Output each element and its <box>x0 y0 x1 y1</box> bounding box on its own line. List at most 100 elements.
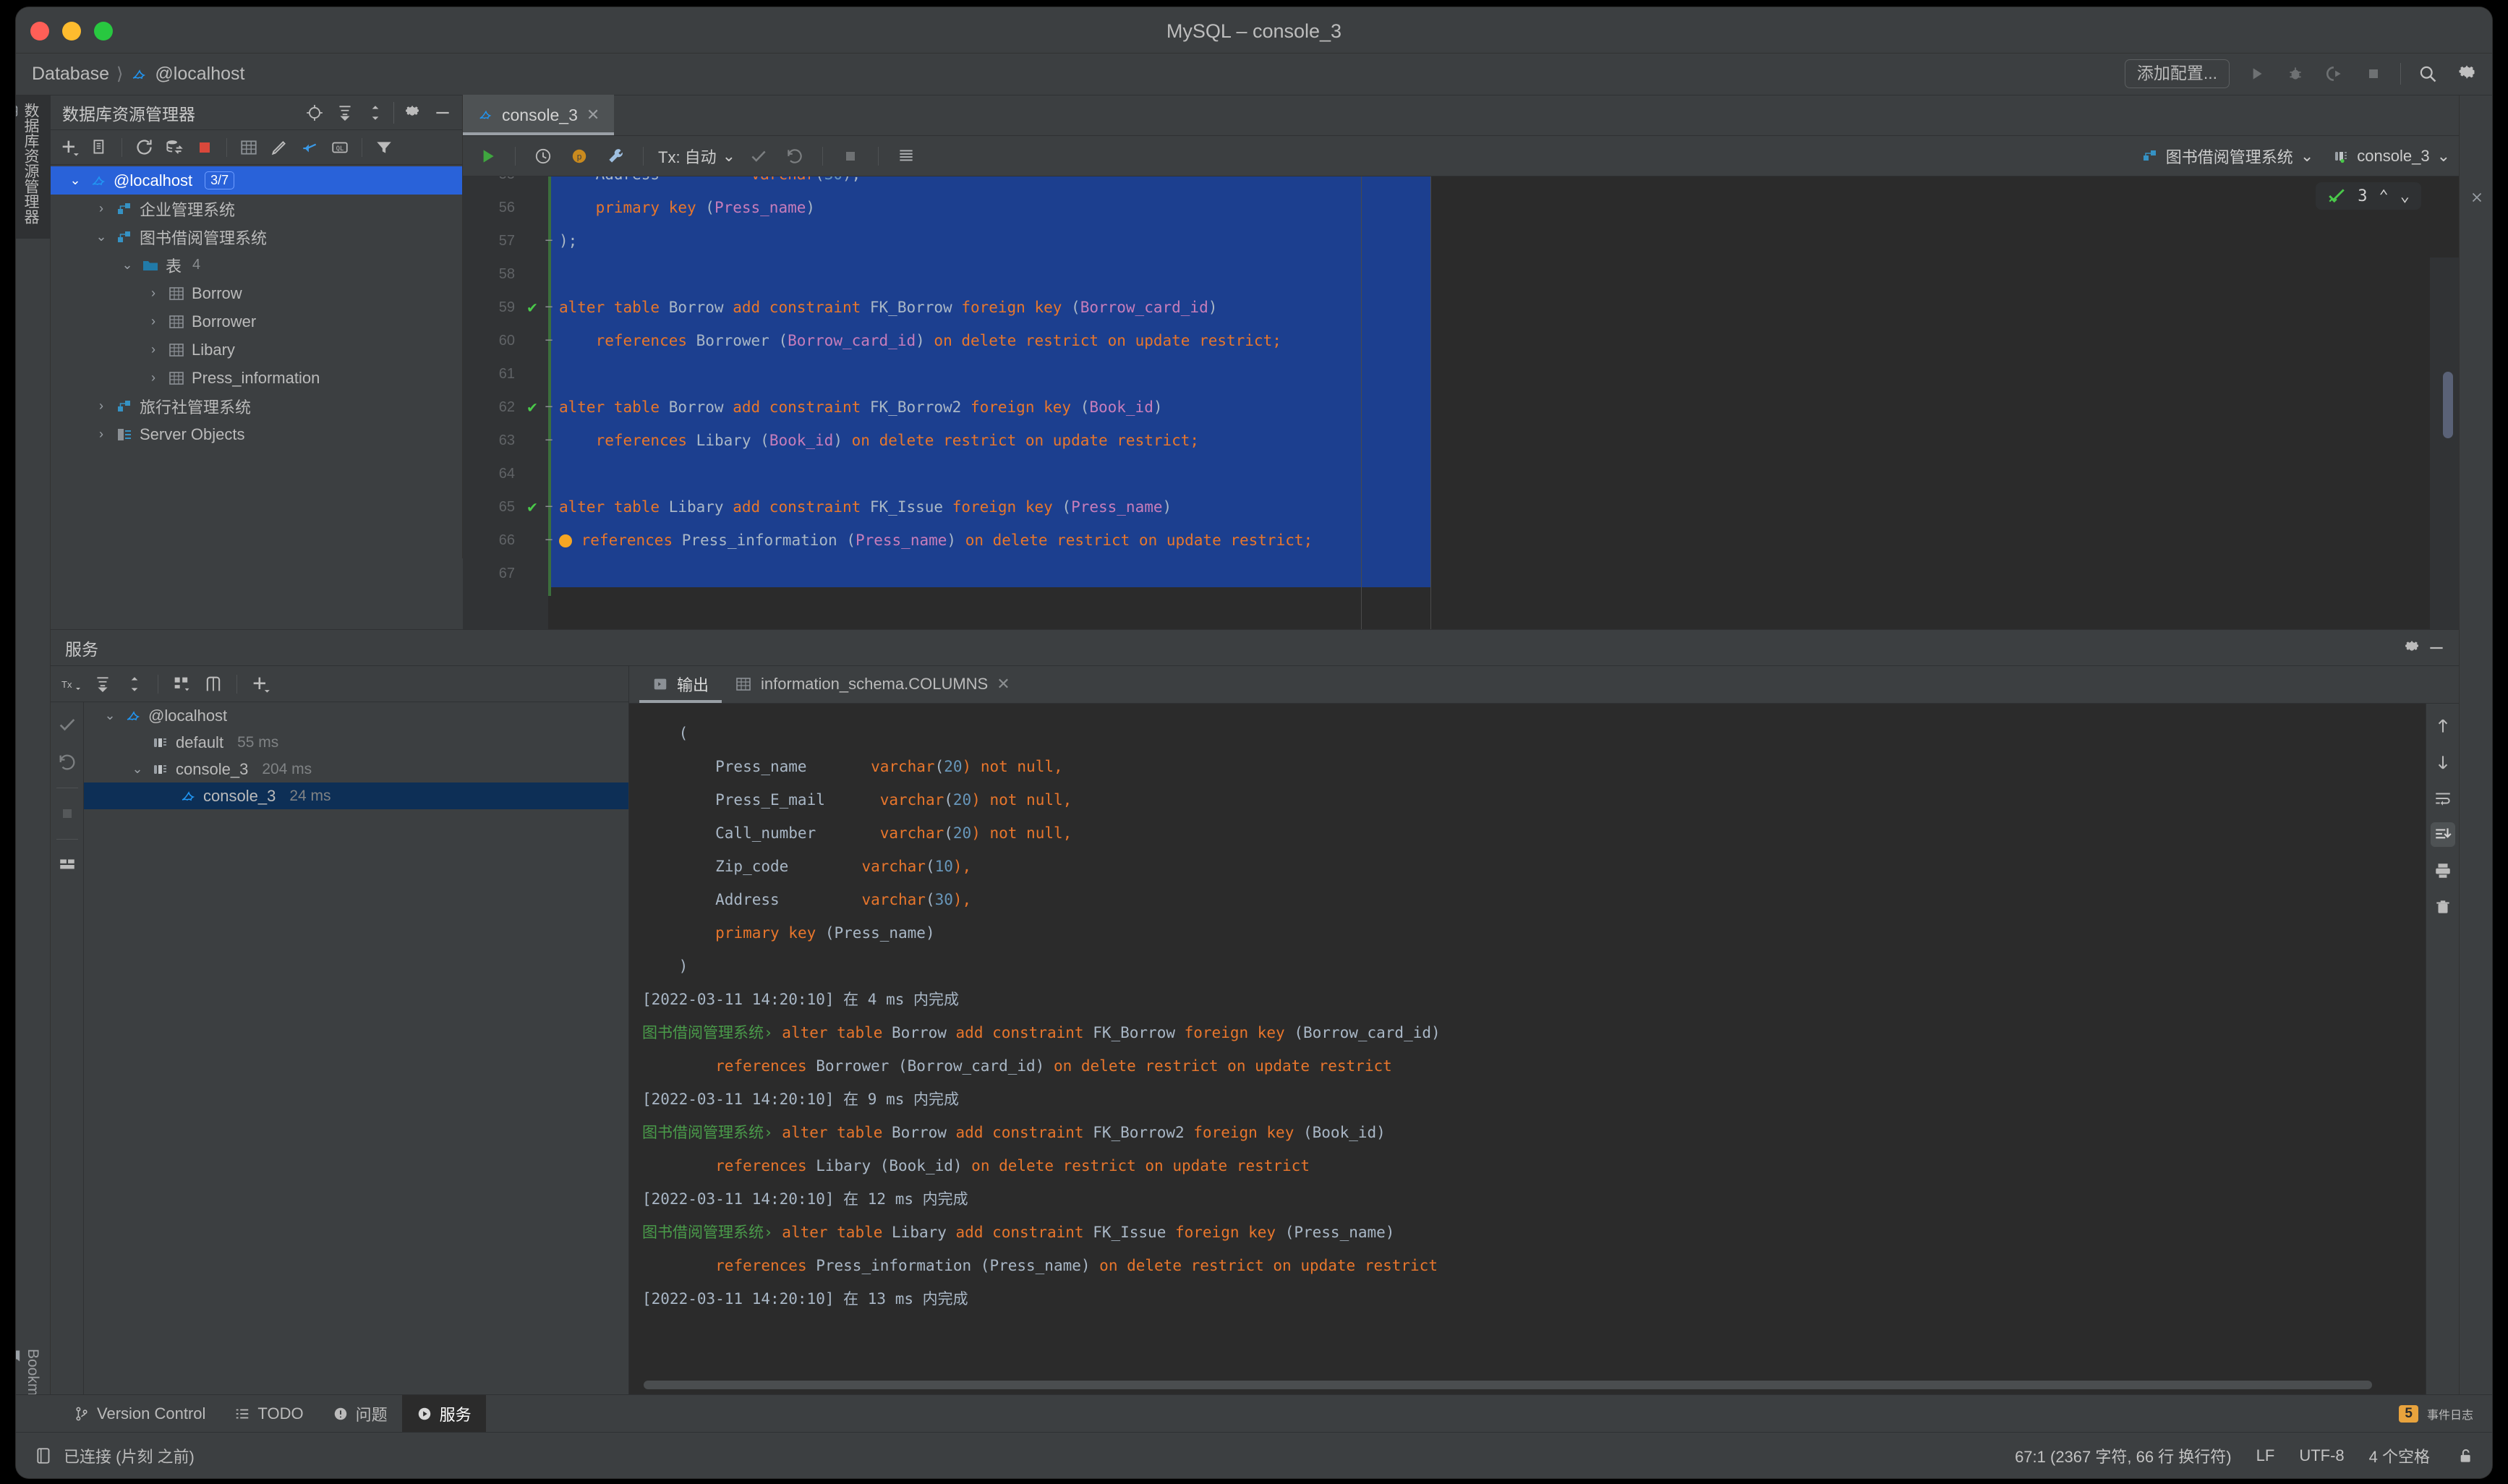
filter-icon[interactable] <box>371 135 397 161</box>
close-icon[interactable]: ✕ <box>587 106 600 124</box>
schema-selector[interactable]: 图书借阅管理系统 ⌄ <box>2141 145 2313 168</box>
scroll-down-icon[interactable] <box>2431 750 2455 775</box>
service-tree-node[interactable]: ⌄ @localhost <box>84 702 628 729</box>
expand-all-icon[interactable] <box>333 101 357 125</box>
scroll-to-end-icon[interactable] <box>2430 822 2455 847</box>
debug-icon[interactable] <box>2283 61 2308 86</box>
query-console-icon[interactable]: QL <box>327 135 353 161</box>
jump-to-icon[interactable] <box>297 135 323 161</box>
output-tab[interactable]: 输出 <box>639 665 722 703</box>
trash-icon[interactable] <box>2431 895 2455 919</box>
print-icon[interactable] <box>2431 858 2455 883</box>
stop-icon[interactable] <box>192 135 218 161</box>
code-line[interactable]: 56 primary key (Press_name) <box>463 191 2459 224</box>
tree-node[interactable]: › 企业管理系统 <box>51 195 462 223</box>
indent-setting[interactable]: 4 个空格 <box>2369 1444 2430 1467</box>
gear-icon[interactable] <box>2454 61 2479 86</box>
fold-marker[interactable]: − <box>541 524 557 557</box>
tree-node[interactable]: › Libary <box>51 336 462 364</box>
output-console[interactable]: ( Press_name varchar(20) not null, Press… <box>629 704 2426 1395</box>
chevron-down-icon[interactable]: ⌄ <box>93 229 109 244</box>
run-icon[interactable] <box>474 143 500 169</box>
chevron-down-icon[interactable]: ⌄ <box>119 257 135 273</box>
chevron-down-icon[interactable]: ⌄ <box>67 173 83 188</box>
collapse-all-icon[interactable] <box>121 671 148 697</box>
refresh-icon[interactable] <box>131 135 157 161</box>
file-encoding[interactable]: UTF-8 <box>2299 1446 2344 1465</box>
rollback-icon[interactable] <box>782 143 808 169</box>
layout-icon[interactable] <box>55 853 80 877</box>
tree-node[interactable]: › 旅行社管理系统 <box>51 392 462 420</box>
code-line[interactable]: 55 Address varchar(30), <box>463 176 2459 191</box>
caret-position[interactable]: 67:1 (2367 字符, 66 行 换行符) <box>2015 1444 2232 1467</box>
fold-marker[interactable]: − <box>541 291 557 324</box>
group-icon[interactable] <box>169 671 195 697</box>
locate-icon[interactable] <box>302 101 327 125</box>
service-tree-node[interactable]: default 55 ms <box>84 729 628 756</box>
show-icon[interactable] <box>200 671 226 697</box>
minimize-icon[interactable] <box>430 101 455 125</box>
code-line[interactable]: 60 − references Borrower (Borrow_card_id)… <box>463 324 2459 357</box>
fold-marker[interactable]: − <box>541 424 557 457</box>
tree-node[interactable]: ⌄ @localhost 3/7 <box>51 166 462 195</box>
sync-icon[interactable] <box>161 135 187 161</box>
chevron-down-icon[interactable]: ⌄ <box>129 762 145 777</box>
gear-icon[interactable] <box>2400 636 2424 660</box>
history-icon[interactable] <box>530 143 556 169</box>
code-line[interactable]: 59 ✔ − alter table Borrow add constraint FK… <box>463 291 2459 324</box>
inspections-widget[interactable]: 3 ⌃ ⌄ <box>2316 182 2421 210</box>
gutter-marker[interactable]: ✔ <box>524 391 541 425</box>
sidebar-item-notifications[interactable] <box>2460 182 2492 213</box>
output-horizontal-scrollbar[interactable] <box>644 1381 2372 1389</box>
run-with-coverage-icon[interactable] <box>2322 61 2347 86</box>
code-line[interactable]: 67 <box>463 557 2459 590</box>
tree-node[interactable]: › Press_information <box>51 364 462 392</box>
service-tree-node[interactable]: console_3 24 ms <box>84 782 628 809</box>
stop-icon[interactable] <box>837 143 863 169</box>
gutter-marker[interactable]: ✔ <box>524 291 541 325</box>
fold-marker[interactable]: − <box>541 391 557 424</box>
tree-node[interactable]: › Borrow <box>51 279 462 307</box>
chevron-right-icon[interactable]: › <box>93 398 109 414</box>
code-line[interactable]: 58 <box>463 257 2459 291</box>
commit-icon[interactable] <box>55 712 80 737</box>
gear-icon[interactable] <box>400 101 425 125</box>
chevron-right-icon[interactable]: › <box>145 286 161 301</box>
chevron-right-icon[interactable]: › <box>145 342 161 357</box>
session-selector[interactable]: console_3 ⌄ <box>2332 147 2450 166</box>
connection-status[interactable]: 已连接 (片刻 之前) <box>64 1444 195 1467</box>
breadcrumb-item-database[interactable]: Database <box>32 64 109 85</box>
chevron-right-icon[interactable]: › <box>93 201 109 216</box>
transaction-mode-selector[interactable]: Tx: 自动 ⌄ <box>658 145 735 168</box>
fold-marker[interactable]: − <box>541 324 557 357</box>
chevron-right-icon[interactable]: › <box>145 314 161 329</box>
stop-icon[interactable] <box>55 801 80 826</box>
tool-window-tab[interactable]: 问题 <box>318 1395 402 1433</box>
tree-node[interactable]: ⌄ 图书借阅管理系统 <box>51 223 462 251</box>
scroll-up-icon[interactable] <box>2431 714 2455 738</box>
data-grid-icon[interactable] <box>893 143 919 169</box>
chevron-right-icon[interactable]: › <box>145 370 161 385</box>
fold-marker[interactable]: − <box>541 224 557 257</box>
code-line[interactable]: 65 ✔ − alter table Libary add constraint FK… <box>463 490 2459 524</box>
add-icon[interactable] <box>247 671 273 697</box>
output-tab[interactable]: information_schema.COLUMNS ✕ <box>722 665 1023 703</box>
tree-node[interactable]: › Borrower <box>51 307 462 336</box>
code-line[interactable]: 62 ✔ − alter table Borrow add constraint FK… <box>463 391 2459 424</box>
code-line[interactable]: 66 − references Press_information (Press_… <box>463 524 2459 557</box>
stop-icon[interactable] <box>2361 61 2386 86</box>
edit-icon[interactable] <box>266 135 292 161</box>
event-log-area[interactable]: 5 事件日志 <box>2399 1404 2492 1423</box>
sidebar-item-database-explorer[interactable]: 数据库资源管理器 <box>16 95 51 239</box>
breadcrumb-item-localhost[interactable]: @localhost <box>155 64 244 85</box>
code-line[interactable]: 64 <box>463 457 2459 490</box>
code-line[interactable]: 63 − references Libary (Book_id) on delet… <box>463 424 2459 457</box>
tx-icon[interactable]: Tx <box>58 671 84 697</box>
search-icon[interactable] <box>2415 61 2440 86</box>
rollback-icon[interactable] <box>55 750 80 775</box>
table-icon[interactable] <box>236 135 262 161</box>
gutter-marker[interactable]: ✔ <box>524 490 541 524</box>
parameters-icon[interactable]: p <box>566 143 592 169</box>
tool-window-tab[interactable]: TODO <box>220 1395 317 1433</box>
wrench-icon[interactable] <box>602 143 628 169</box>
